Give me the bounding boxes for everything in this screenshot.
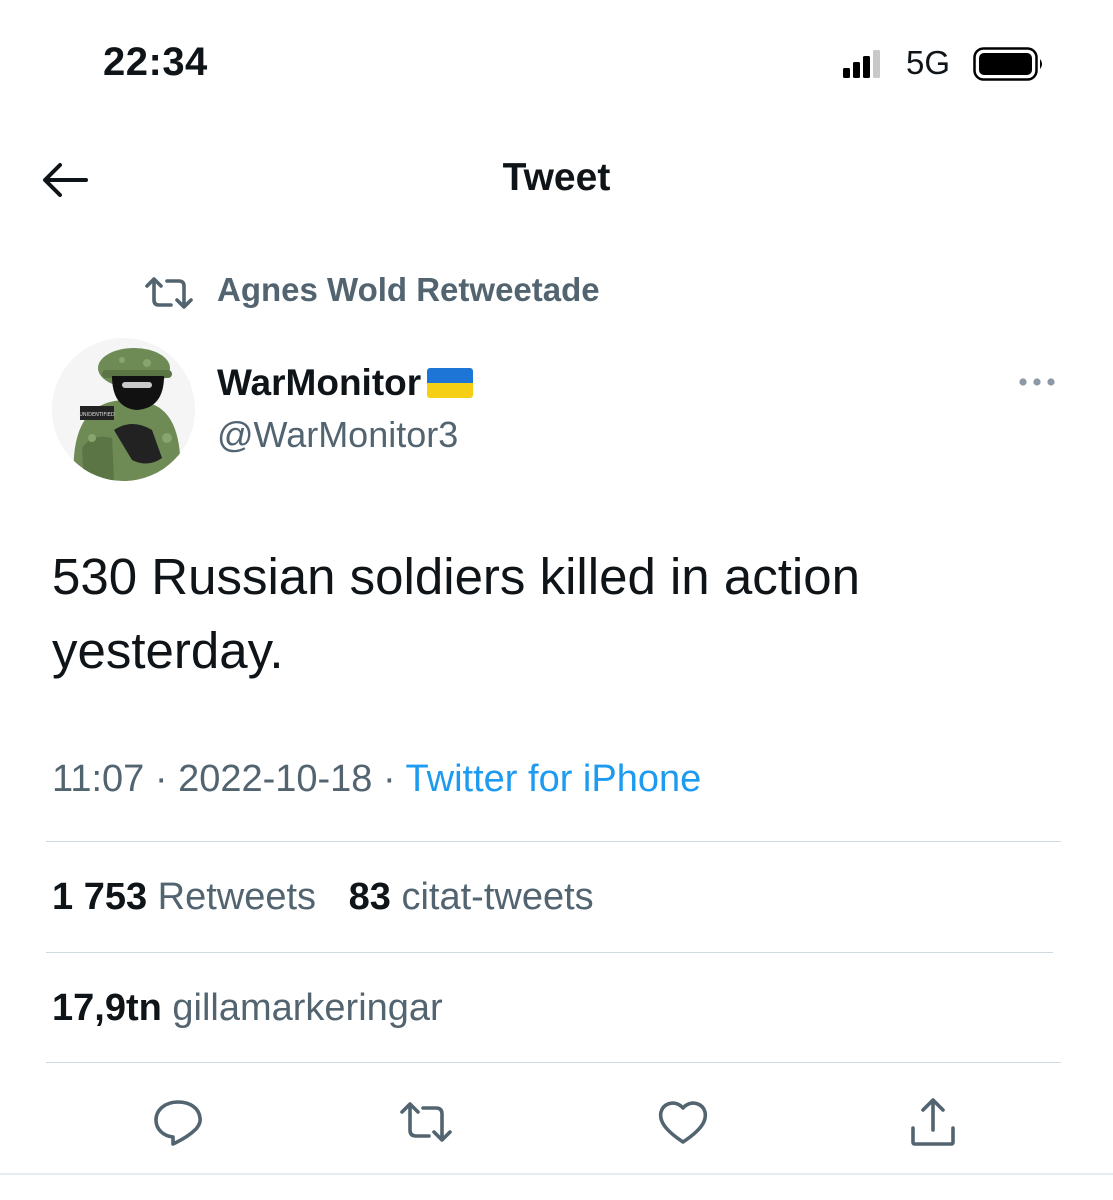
status-time: 22:34 <box>103 40 208 84</box>
author-name[interactable]: WarMonitor <box>217 362 421 404</box>
page-title: Tweet <box>502 156 611 199</box>
reply-icon[interactable] <box>150 1094 206 1150</box>
retweets-count: 1 753 <box>52 876 148 918</box>
retweets-label: Retweets <box>157 876 317 918</box>
avatar[interactable]: UNIDENTIFIED <box>52 338 195 481</box>
tweet-text: 530 Russian soldiers killed in action ye… <box>52 548 860 679</box>
divider <box>46 952 1053 953</box>
likes-stats-row: 17,9tn gillamarkeringar <box>52 987 443 1030</box>
divider <box>46 1062 1061 1063</box>
quotes-count: 83 <box>348 876 391 918</box>
tweet-source-link[interactable]: Twitter for iPhone <box>406 758 702 800</box>
tweet-time: 11:07 <box>52 758 145 800</box>
quote-tweets-stat[interactable]: 83 citat-tweets <box>349 876 594 918</box>
retweet-stats-row: 1 753 Retweets 83 citat-tweets <box>52 876 594 919</box>
share-icon[interactable] <box>905 1094 961 1150</box>
svg-text:UNIDENTIFIED: UNIDENTIFIED <box>79 412 115 418</box>
signal-strength-icon <box>843 50 880 78</box>
quotes-label: citat-tweets <box>401 876 594 918</box>
retweeted-by-label[interactable]: Agnes Wold Retweetade <box>217 271 600 309</box>
network-type: 5G <box>906 44 951 81</box>
ukraine-flag-icon <box>427 368 474 398</box>
soldier-avatar-image: UNIDENTIFIED <box>52 338 195 481</box>
divider <box>46 841 1061 842</box>
more-options-icon[interactable] <box>1017 370 1057 394</box>
meta-separator: · <box>154 758 168 800</box>
battery-icon <box>973 47 1042 81</box>
likes-count: 17,9tn <box>52 987 162 1029</box>
likes-label: gillamarkeringar <box>172 987 443 1029</box>
retweets-stat[interactable]: 1 753 Retweets <box>52 876 327 918</box>
bottom-divider <box>0 1173 1113 1175</box>
like-icon[interactable] <box>655 1094 711 1150</box>
retweet-icon[interactable] <box>398 1094 454 1150</box>
likes-stat[interactable]: 17,9tn gillamarkeringar <box>52 987 443 1029</box>
tweet-date: 2022-10-18 <box>178 758 373 800</box>
author-handle[interactable]: @WarMonitor3 <box>217 414 458 456</box>
tweet-metadata: 11:07 · 2022-10-18 · Twitter for iPhone <box>52 758 701 801</box>
meta-separator: · <box>383 758 396 800</box>
retweet-icon <box>145 277 193 309</box>
author-name-row: WarMonitor <box>217 362 474 404</box>
